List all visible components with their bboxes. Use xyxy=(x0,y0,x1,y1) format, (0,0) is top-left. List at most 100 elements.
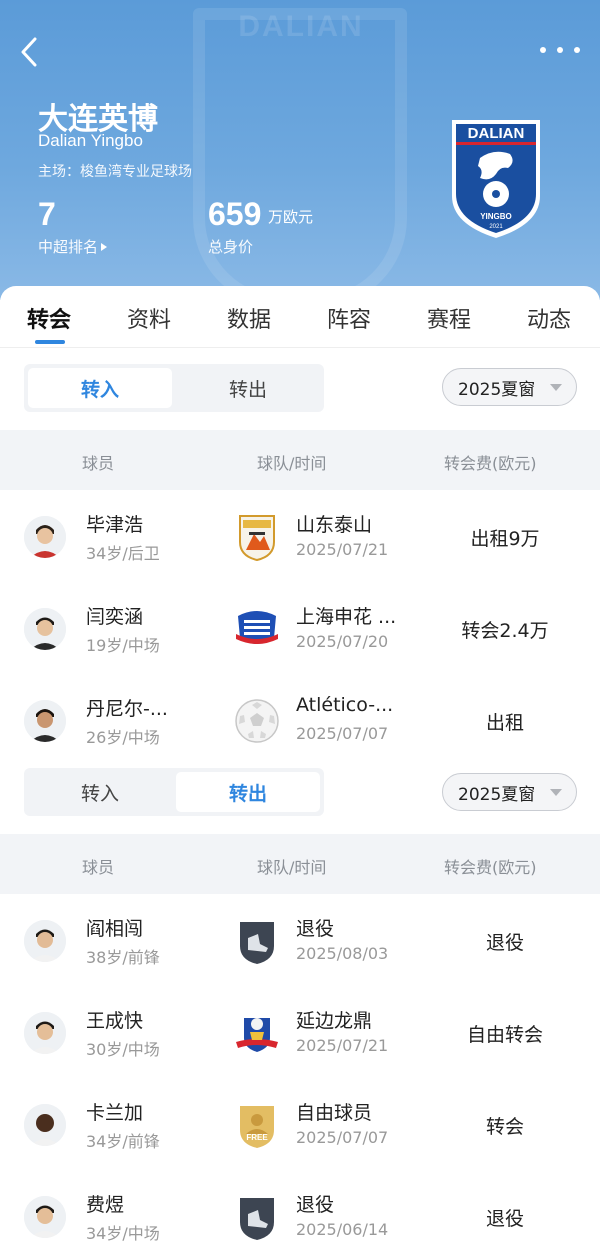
tab-profile[interactable]: 资料 xyxy=(127,302,171,334)
active-tab-indicator xyxy=(35,340,65,344)
table-row[interactable]: 费煜 34岁/中场 退役 2025/06/14 退役 xyxy=(0,1170,600,1258)
transfer-date: 2025/06/14 xyxy=(296,1220,389,1239)
player-name: 费煜 xyxy=(86,1194,125,1216)
tab-bar: 转会 资料 数据 阵容 赛程 动态 xyxy=(0,286,600,348)
soccer-ball-icon xyxy=(235,699,279,743)
logo-year-text: 2021 xyxy=(489,224,503,230)
logo-bottom-text: YINGBO xyxy=(480,212,512,221)
team-name: Atlético-... xyxy=(296,694,394,716)
market-value-unit: 万欧元 xyxy=(268,208,314,226)
player-avatar xyxy=(24,608,66,650)
table-row[interactable]: 王成快 30岁/中场 延边龙鼎 2025/07/21 自由转会 xyxy=(0,986,600,1078)
player-meta: 34岁/中场 xyxy=(86,1224,160,1243)
market-value-number: 659 xyxy=(208,196,262,232)
free-agent-badge-icon: FREE xyxy=(240,1106,274,1148)
dot-icon xyxy=(574,47,580,53)
transfer-fee: 转会 xyxy=(485,1116,524,1138)
chevron-left-icon xyxy=(21,37,37,67)
team-name: 自由球员 xyxy=(296,1102,373,1124)
player-name: 卡兰加 xyxy=(86,1102,144,1124)
transfer-date: 2025/07/07 xyxy=(296,1128,389,1147)
transfer-fee: 出租9万 xyxy=(470,528,540,550)
team-name: 山东泰山 xyxy=(296,514,373,536)
tab-transfer[interactable]: 转会 xyxy=(27,302,71,334)
player-name: 丹尼尔-... xyxy=(86,698,168,720)
player-meta: 38岁/前锋 xyxy=(86,948,160,967)
player-name: 毕津浩 xyxy=(86,514,144,536)
season-label: 2025夏窗 xyxy=(458,784,536,805)
column-player: 球员 xyxy=(82,858,115,877)
player-name: 王成快 xyxy=(86,1010,144,1032)
player-avatar xyxy=(24,1012,66,1054)
team-name: 上海申花 ... xyxy=(296,606,397,628)
player-meta: 34岁/前锋 xyxy=(86,1132,160,1151)
tab-stats[interactable]: 数据 xyxy=(227,302,271,334)
season-selector[interactable]: 2025夏窗 xyxy=(442,368,577,406)
market-value-label: 总身价 xyxy=(208,238,254,256)
league-rank-value: 7 xyxy=(38,196,56,232)
transfer-fee: 自由转会 xyxy=(466,1024,543,1046)
table-header: 球员 球队/时间 转会费(欧元) xyxy=(0,430,600,490)
table-row[interactable]: 丹尼尔-... 26岁/中场 Atlético-... 2025/07/07 出… xyxy=(0,674,600,766)
caret-down-icon xyxy=(550,384,562,391)
free-badge-text: FREE xyxy=(246,1133,268,1142)
player-meta: 34岁/后卫 xyxy=(86,544,160,563)
table-row[interactable]: 闫奕涵 19岁/中场 上海申花 ... 2025/07/20 转会2.4万 xyxy=(0,582,600,674)
triangle-right-icon xyxy=(101,242,108,251)
back-button[interactable] xyxy=(14,34,44,70)
player-avatar xyxy=(24,1104,66,1146)
team-name: 退役 xyxy=(296,1194,335,1216)
club-header: DALIAN 大连英博 Dalian Yingbo 主场：梭鱼湾专业足球场 7 … xyxy=(0,0,600,300)
transfer-date: 2025/07/21 xyxy=(296,1036,389,1055)
club-name-english: Dalian Yingbo xyxy=(38,131,143,150)
direction-toggle-in-section: 转入 转出 xyxy=(24,364,324,412)
tab-news[interactable]: 动态 xyxy=(527,302,571,334)
home-stadium: 主场：梭鱼湾专业足球场 xyxy=(38,164,192,180)
column-team-time: 球队/时间 xyxy=(257,454,327,473)
table-row[interactable]: 毕津浩 34岁/后卫 山东泰山 2025/07/21 出租9万 xyxy=(0,490,600,582)
retired-boot-icon xyxy=(240,922,274,964)
toggle-transfer-out[interactable]: 转出 xyxy=(176,368,320,408)
transfer-date: 2025/08/03 xyxy=(296,944,389,963)
table-header: 球员 球队/时间 转会费(欧元) xyxy=(0,834,600,894)
player-avatar xyxy=(24,1196,66,1238)
toggle-transfer-in[interactable]: 转入 xyxy=(28,772,172,812)
column-fee: 转会费(欧元) xyxy=(444,454,537,473)
more-options-button[interactable] xyxy=(540,38,580,62)
dot-icon xyxy=(540,47,546,53)
team-name: 退役 xyxy=(296,918,335,940)
player-meta: 30岁/中场 xyxy=(86,1040,160,1059)
transfer-date: 2025/07/20 xyxy=(296,632,389,651)
player-name: 闫奕涵 xyxy=(86,606,144,628)
transfer-date: 2025/07/07 xyxy=(296,724,389,743)
table-row[interactable]: 卡兰加 34岁/前锋 FREE 自由球员 2025/07/07 转会 xyxy=(0,1078,600,1170)
direction-toggle-out-section: 转入 转出 xyxy=(24,768,324,816)
tab-schedule[interactable]: 赛程 xyxy=(427,302,471,334)
watermark-text: DALIAN xyxy=(238,10,364,43)
transfer-fee: 退役 xyxy=(485,932,524,954)
tab-squad[interactable]: 阵容 xyxy=(327,302,371,334)
team-name: 延边龙鼎 xyxy=(296,1010,373,1032)
caret-down-icon xyxy=(550,789,562,796)
season-label: 2025夏窗 xyxy=(458,379,536,400)
dot-icon xyxy=(557,47,563,53)
table-row[interactable]: 阎相闯 38岁/前锋 退役 2025/08/03 退役 xyxy=(0,894,600,986)
league-rank-label: 中超排名 xyxy=(38,238,99,256)
season-selector[interactable]: 2025夏窗 xyxy=(442,773,577,811)
column-player: 球员 xyxy=(82,454,115,473)
shandong-taishan-logo-icon xyxy=(239,515,275,562)
yanbian-longding-logo-icon xyxy=(236,1018,278,1052)
shanghai-shenhua-logo-icon xyxy=(236,611,278,644)
column-team-time: 球队/时间 xyxy=(257,858,327,877)
player-meta: 26岁/中场 xyxy=(86,728,160,747)
league-rank-link[interactable]: 中超排名 xyxy=(38,236,108,257)
toggle-transfer-out[interactable]: 转出 xyxy=(176,772,320,812)
transfer-date: 2025/07/21 xyxy=(296,540,389,559)
toggle-transfer-in[interactable]: 转入 xyxy=(28,368,172,408)
logo-top-text: DALIAN xyxy=(468,125,525,142)
transfer-fee: 转会2.4万 xyxy=(461,620,549,642)
retired-boot-icon xyxy=(240,1198,274,1240)
player-avatar xyxy=(24,516,66,558)
player-avatar xyxy=(24,920,66,962)
player-avatar xyxy=(24,700,66,742)
